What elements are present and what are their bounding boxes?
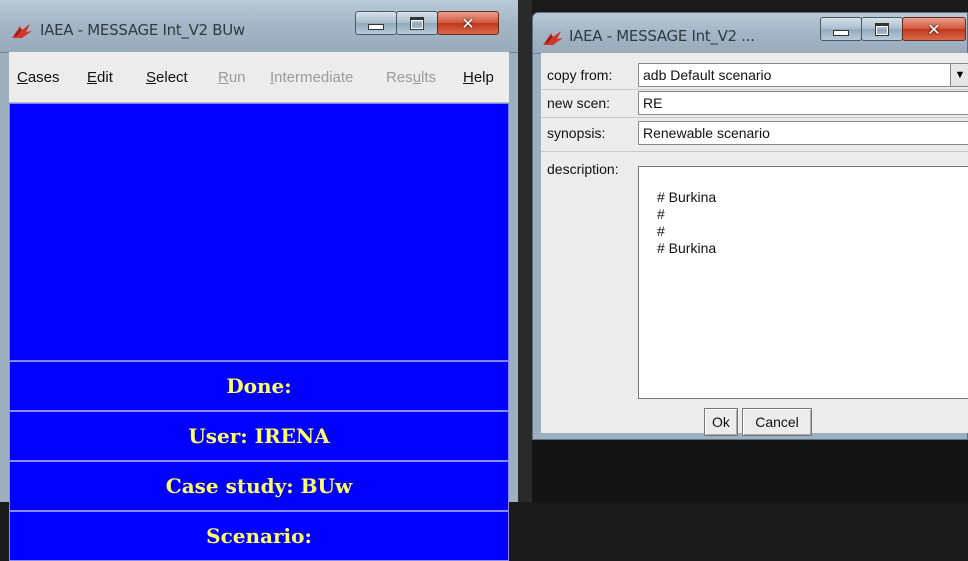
new-scen-input[interactable]: RE (638, 91, 968, 115)
minimize-icon (833, 30, 849, 36)
status-case-study-text: Case study: BUw (165, 474, 353, 498)
dialog-minimize-button[interactable] (820, 17, 862, 41)
row-divider (541, 89, 968, 90)
tk-feather-icon (543, 31, 563, 45)
dialog-body: copy from: adb Default scenario ▼ new sc… (541, 53, 968, 436)
maximize-icon (875, 22, 889, 36)
new-scen-value: RE (643, 95, 663, 111)
minimize-icon (368, 24, 384, 30)
new-scen-label: new scen: (547, 95, 611, 111)
row-divider (541, 151, 968, 152)
main-window-title: IAEA - MESSAGE Int_V2 BUw (40, 21, 245, 39)
copy-from-label: copy from: (547, 67, 613, 83)
description-line: # Burkina (657, 240, 717, 256)
menu-select[interactable]: Select (146, 69, 188, 86)
status-scenario-text: Scenario: (206, 524, 312, 548)
main-window-controls: ✕ (355, 11, 499, 35)
dialog-title: IAEA - MESSAGE Int_V2 ... (569, 27, 755, 45)
row-divider (541, 117, 968, 118)
main-window-titlebar[interactable]: IAEA - MESSAGE Int_V2 BUw ✕ (0, 0, 518, 53)
status-user: User: IRENA (9, 411, 509, 461)
dropdown-arrow-icon[interactable]: ▼ (950, 64, 968, 86)
minimize-button[interactable] (355, 11, 397, 35)
copy-from-select[interactable]: adb Default scenario ▼ (638, 63, 968, 87)
close-button[interactable]: ✕ (437, 11, 499, 35)
dialog-controls: ✕ (820, 17, 966, 41)
tk-feather-icon (12, 24, 32, 38)
status-done: Done: (9, 361, 509, 411)
synopsis-input[interactable]: Renewable scenario (638, 121, 968, 145)
dialog-close-button[interactable]: ✕ (902, 17, 966, 41)
close-icon: ✕ (927, 19, 941, 39)
menu-run[interactable]: Run (218, 69, 246, 86)
description-label: description: (547, 161, 619, 177)
dialog-titlebar[interactable]: IAEA - MESSAGE Int_V2 ... ✕ (533, 13, 967, 54)
description-textarea[interactable]: # Burkina # # # Burkina (638, 166, 968, 399)
menu-cases[interactable]: Cases (17, 69, 60, 86)
synopsis-label: synopsis: (547, 125, 606, 141)
ok-button[interactable]: Ok (704, 408, 738, 436)
menu-results[interactable]: Results (386, 69, 436, 86)
status-user-text: User: IRENA (188, 424, 330, 448)
dialog-maximize-button[interactable] (861, 17, 903, 41)
description-line: # (657, 223, 665, 239)
main-window-body: Cases Edit Select Run Intermediate Resul… (9, 52, 509, 561)
status-case-study: Case study: BUw (9, 461, 509, 511)
description-line: # Burkina (657, 189, 717, 205)
cancel-button[interactable]: Cancel (742, 408, 812, 436)
background-area (532, 440, 968, 502)
maximize-icon (410, 16, 424, 30)
menu-intermediate[interactable]: Intermediate (270, 69, 353, 86)
status-scenario: Scenario: (9, 511, 509, 561)
status-done-text: Done: (226, 374, 292, 398)
maximize-button[interactable] (396, 11, 438, 35)
close-icon: ✕ (461, 13, 475, 33)
synopsis-value: Renewable scenario (643, 125, 770, 141)
menu-help[interactable]: Help (463, 69, 494, 86)
new-scenario-dialog: IAEA - MESSAGE Int_V2 ... ✕ copy from: a… (532, 12, 968, 440)
menubar: Cases Edit Select Run Intermediate Resul… (9, 52, 509, 103)
menu-edit[interactable]: Edit (87, 69, 113, 86)
copy-from-value: adb Default scenario (643, 67, 772, 83)
description-line: # (657, 206, 665, 222)
main-window: IAEA - MESSAGE Int_V2 BUw ✕ Cases Edit S… (0, 0, 518, 561)
window-gap (518, 0, 532, 502)
main-canvas (9, 103, 509, 361)
